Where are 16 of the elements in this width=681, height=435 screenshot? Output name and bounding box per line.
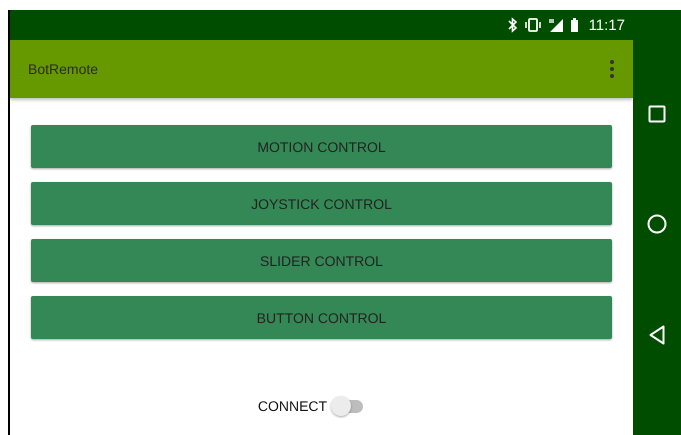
control-button[interactable]: MOTION CONTROL [31, 125, 612, 168]
connect-switch[interactable] [331, 395, 366, 417]
battery-icon [570, 17, 579, 33]
status-time: 11:17 [588, 16, 625, 34]
home-icon[interactable] [647, 214, 667, 234]
vibrate-icon [524, 17, 542, 33]
bluetooth-icon [508, 17, 518, 33]
signal-icon [548, 17, 564, 33]
app-title: BotRemote [28, 61, 98, 77]
control-button[interactable]: SLIDER CONTROL [31, 239, 612, 282]
menu-icon[interactable] [609, 59, 615, 79]
control-button[interactable]: BUTTON CONTROL [31, 296, 612, 339]
connect-label: CONNECT [258, 398, 328, 414]
control-button[interactable]: JOYSTICK CONTROL [31, 182, 612, 225]
recents-icon[interactable] [648, 105, 666, 124]
back-icon[interactable] [649, 324, 665, 345]
